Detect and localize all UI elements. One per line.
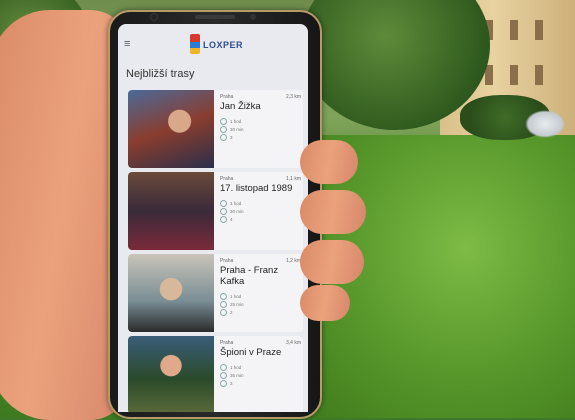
app-logo: LOXPER — [190, 34, 243, 54]
logo-mark-icon — [190, 34, 200, 54]
clock-icon — [220, 118, 227, 126]
walk-icon — [220, 126, 227, 134]
route-card[interactable]: 3,4 km Praha Špioni v Praze 1 hod 35 min… — [128, 336, 303, 412]
route-city: Praha — [220, 340, 234, 346]
pin-icon — [220, 216, 227, 224]
route-thumbnail — [128, 90, 214, 168]
clock-icon — [220, 364, 227, 372]
route-city: Praha — [220, 258, 234, 264]
route-title: Jan Žižka — [220, 101, 261, 112]
phone-sensor — [250, 14, 256, 20]
route-stops: 3 — [230, 381, 233, 386]
route-walk-time: 30 min — [230, 127, 244, 132]
route-walk-time: 25 min — [230, 302, 244, 307]
route-city: Praha — [220, 94, 234, 100]
route-thumbnail — [128, 254, 214, 332]
pin-icon — [220, 309, 227, 317]
phone-camera — [150, 13, 158, 21]
logo-text: LOXPER — [203, 40, 244, 50]
section-title: Nejbližší trasy — [126, 68, 195, 80]
route-duration: 1 hod — [230, 294, 242, 299]
route-duration: 1 hod — [230, 201, 242, 206]
hand-finger — [300, 240, 364, 284]
route-title: Špioni v Praze — [220, 347, 282, 358]
route-card[interactable]: 1,1 km Praha 17. listopad 1989 1 hod 30 … — [128, 172, 303, 250]
app-bar: ≡ LOXPER — [118, 24, 308, 64]
route-card[interactable]: 2,3 km Praha Jan Žižka 1 hod 30 min 3 — [128, 90, 303, 168]
pin-icon — [220, 134, 227, 142]
fountain — [525, 110, 565, 138]
route-thumbnail — [128, 336, 214, 412]
clock-icon — [220, 200, 227, 208]
clock-icon — [220, 293, 227, 301]
walk-icon — [220, 301, 227, 309]
menu-icon[interactable]: ≡ — [124, 38, 130, 50]
route-card[interactable]: 1,2 km Praha Praha - Franz Kafka 1 hod 2… — [128, 254, 303, 332]
route-duration: 1 hod — [230, 119, 242, 124]
route-title: 17. listopad 1989 — [220, 183, 293, 194]
walk-icon — [220, 372, 227, 380]
route-thumbnail — [128, 172, 214, 250]
route-walk-time: 35 min — [230, 373, 244, 378]
pin-icon — [220, 380, 227, 388]
walk-icon — [220, 208, 227, 216]
route-title: Praha - Franz Kafka — [220, 265, 279, 287]
hand-finger — [300, 140, 358, 184]
hand-finger — [300, 190, 366, 234]
route-stops: 3 — [230, 135, 233, 140]
route-walk-time: 30 min — [230, 209, 244, 214]
hand-finger — [300, 285, 350, 321]
route-stops: 2 — [230, 310, 233, 315]
phone-speaker — [195, 15, 235, 19]
route-city: Praha — [220, 176, 234, 182]
phone-screen: ≡ LOXPER Nejbližší trasy 2,3 km Praha Ja… — [118, 24, 308, 412]
route-duration: 1 hod — [230, 365, 242, 370]
route-stops: 4 — [230, 217, 233, 222]
